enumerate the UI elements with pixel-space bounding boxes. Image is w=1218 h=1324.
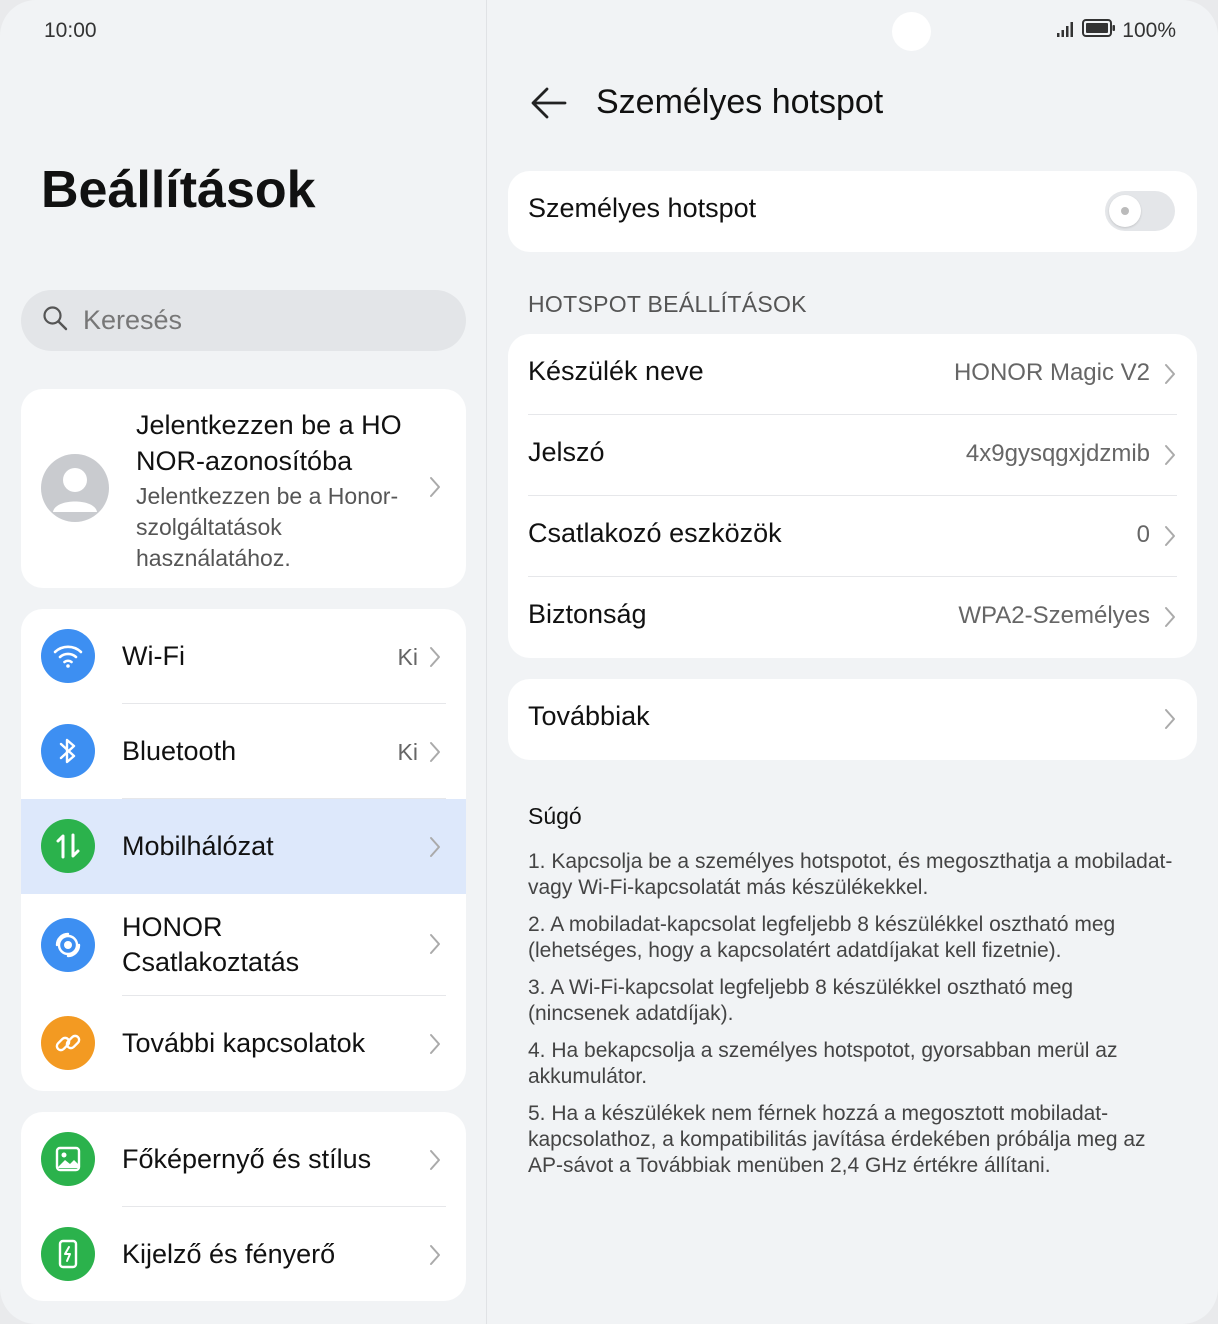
hotspot-toggle-card: Személyes hotspot	[508, 171, 1197, 252]
settings-title: Beállítások	[41, 161, 316, 219]
honor-connect-icon	[41, 918, 95, 972]
help-item: 1. Kapcsolja be a személyes hotspotot, é…	[528, 850, 1173, 899]
screen: 10:00 100% Beállítások Keresés Jelentkez…	[0, 0, 1218, 1324]
settings-item-mobile-network[interactable]: Mobilhálózat	[21, 799, 466, 894]
chevron-right-icon	[1163, 362, 1177, 386]
chevron-right-icon	[1163, 605, 1177, 629]
status-time: 10:00	[44, 19, 97, 42]
section-header: HOTSPOT BEÁLLÍTÁSOK	[528, 291, 807, 317]
account-subtitle: Jelentkezzen be a Honor-szolgáltatások h…	[136, 483, 399, 571]
avatar	[41, 454, 109, 522]
wifi-value: Ki	[397, 644, 418, 670]
help-item: 2. A mobiladat-kapcsolat legfeljebb 8 ké…	[528, 913, 1116, 962]
battery-percent: 100%	[1122, 19, 1176, 42]
hotspot-toggle-row[interactable]: Személyes hotspot	[508, 171, 1197, 252]
hotspot-settings-card: Készülék neve HONOR Magic V2 Jelszó 4x9g…	[508, 334, 1197, 658]
hotspot-toggle-label: Személyes hotspot	[528, 193, 757, 223]
home-screen-label: Főképernyő és stílus	[122, 1144, 372, 1174]
page-title: Személyes hotspot	[596, 83, 884, 121]
settings-item-home-screen[interactable]: Főképernyő és stílus	[21, 1112, 466, 1207]
connected-devices-value: 0	[1136, 521, 1150, 548]
chevron-right-icon	[428, 1243, 442, 1267]
hotspot-toggle[interactable]	[1105, 191, 1175, 231]
chevron-right-icon	[428, 1148, 442, 1172]
settings-item-bluetooth[interactable]: Bluetooth Ki	[21, 704, 466, 799]
bluetooth-icon	[41, 724, 95, 778]
battery-icon	[1082, 19, 1116, 43]
settings-item-honor-connect[interactable]: HONOR Csatlakoztatás	[21, 894, 466, 996]
security-value: WPA2-Személyes	[958, 602, 1150, 629]
connections-group: Wi-Fi Ki Bluetooth Ki Mobilhálózat HONOR…	[21, 609, 466, 1091]
chevron-right-icon	[1163, 443, 1177, 467]
password-label: Jelszó	[528, 437, 605, 467]
signal-icon	[1056, 19, 1076, 43]
password-row[interactable]: Jelszó 4x9gysqgxjdzmib	[508, 415, 1197, 496]
display-group: Főképernyő és stílus Kijelző és fényerő	[21, 1112, 466, 1301]
bluetooth-label: Bluetooth	[122, 736, 237, 766]
chevron-right-icon	[428, 932, 442, 956]
image-icon	[41, 1132, 95, 1186]
account-title: Jelentkezzen be a HONOR-azonosítóba	[136, 410, 402, 476]
settings-item-display[interactable]: Kijelző és fényerő	[21, 1207, 466, 1301]
link-icon	[41, 1016, 95, 1070]
security-row[interactable]: Biztonság WPA2-Személyes	[508, 577, 1197, 658]
device-name-label: Készülék neve	[528, 356, 704, 386]
more-label: Továbbiak	[528, 701, 650, 731]
device-name-value: HONOR Magic V2	[953, 359, 1150, 386]
status-indicators: 100%	[1056, 19, 1176, 43]
more-row[interactable]: Továbbiak	[508, 679, 1197, 760]
chevron-right-icon	[1163, 524, 1177, 548]
search-bar[interactable]: Keresés	[21, 290, 466, 351]
help-item: 4. Ha bekapcsolja a személyes hotspotot,…	[528, 1039, 1118, 1088]
chevron-right-icon	[428, 1032, 442, 1056]
settings-item-more-connections[interactable]: További kapcsolatok	[21, 996, 466, 1091]
honor-connect-label: HONOR Csatlakoztatás	[122, 912, 300, 977]
pane-divider	[486, 0, 487, 1324]
chevron-right-icon	[428, 475, 442, 499]
connected-devices-row[interactable]: Csatlakozó eszközök 0	[508, 496, 1197, 577]
search-icon	[41, 304, 69, 337]
help-item: 3. A Wi-Fi-kapcsolat legfeljebb 8 készül…	[528, 976, 1074, 1025]
more-connections-label: További kapcsolatok	[122, 1028, 366, 1058]
search-placeholder: Keresés	[83, 305, 183, 335]
account-card[interactable]: Jelentkezzen be a HONOR-azonosítóba Jele…	[21, 389, 466, 588]
back-arrow-icon[interactable]	[530, 86, 568, 125]
mobile-data-icon	[41, 819, 95, 873]
wifi-icon	[41, 629, 95, 683]
camera-cutout	[892, 12, 931, 51]
password-value: 4x9gysqgxjdzmib	[965, 440, 1150, 467]
help-item: 5. Ha a készülékek nem férnek hozzá a me…	[528, 1102, 1146, 1177]
display-label: Kijelző és fényerő	[122, 1239, 336, 1269]
chevron-right-icon	[1163, 707, 1177, 731]
security-label: Biztonság	[528, 599, 647, 629]
more-card: Továbbiak	[508, 679, 1197, 760]
wifi-label: Wi-Fi	[122, 641, 185, 671]
help-title: Súgó	[528, 803, 582, 829]
mobile-network-label: Mobilhálózat	[122, 831, 274, 861]
connected-devices-label: Csatlakozó eszközök	[528, 518, 782, 548]
phone-brightness-icon	[41, 1227, 95, 1281]
chevron-right-icon	[428, 740, 442, 764]
chevron-right-icon	[428, 835, 442, 859]
bluetooth-value: Ki	[397, 739, 418, 765]
chevron-right-icon	[428, 645, 442, 669]
device-name-row[interactable]: Készülék neve HONOR Magic V2	[508, 334, 1197, 415]
settings-item-wifi[interactable]: Wi-Fi Ki	[21, 609, 466, 704]
